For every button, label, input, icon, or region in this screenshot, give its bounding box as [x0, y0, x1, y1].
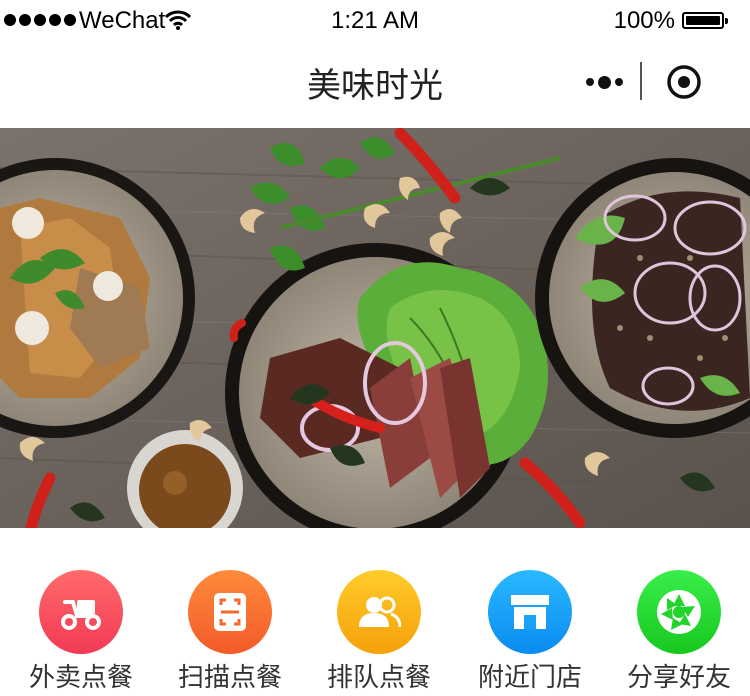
target-close-icon[interactable] [666, 64, 702, 100]
aperture-icon [637, 570, 721, 654]
grid-label: 外卖点餐 [28, 663, 133, 693]
grid-item-takeout[interactable]: 外卖点餐 [6, 570, 156, 693]
more-dots-icon[interactable] [568, 60, 640, 104]
grid-item-scan-order[interactable]: 扫描点餐 [155, 570, 305, 693]
grid-item-queue-order[interactable]: 排队点餐 [304, 570, 454, 693]
battery-icon [682, 12, 728, 29]
grid-item-share-friends[interactable]: 分享好友 [604, 570, 750, 693]
food-plates-photo [0, 128, 750, 528]
store-icon [488, 570, 572, 654]
feature-grid: 外卖点餐 扫描点餐 排队点餐 附近门店 分享好友 [0, 528, 750, 693]
grid-label: 排队点餐 [326, 663, 431, 693]
scooter-icon [39, 570, 123, 654]
navigation-bar: 美味时光 [0, 44, 750, 128]
food-banner[interactable] [0, 128, 750, 528]
status-bar: WeChat 1:21 AM 100% [0, 0, 750, 44]
capsule-divider [640, 62, 642, 100]
grid-label: 扫描点餐 [177, 663, 282, 693]
mini-program-capsule [568, 60, 730, 104]
grid-label: 分享好友 [626, 663, 731, 693]
grid-label: 附近门店 [477, 663, 582, 693]
grid-item-nearby-stores[interactable]: 附近门店 [455, 570, 605, 693]
scan-icon [188, 570, 272, 654]
battery-percent: 100% [613, 7, 675, 34]
users-icon [337, 570, 421, 654]
